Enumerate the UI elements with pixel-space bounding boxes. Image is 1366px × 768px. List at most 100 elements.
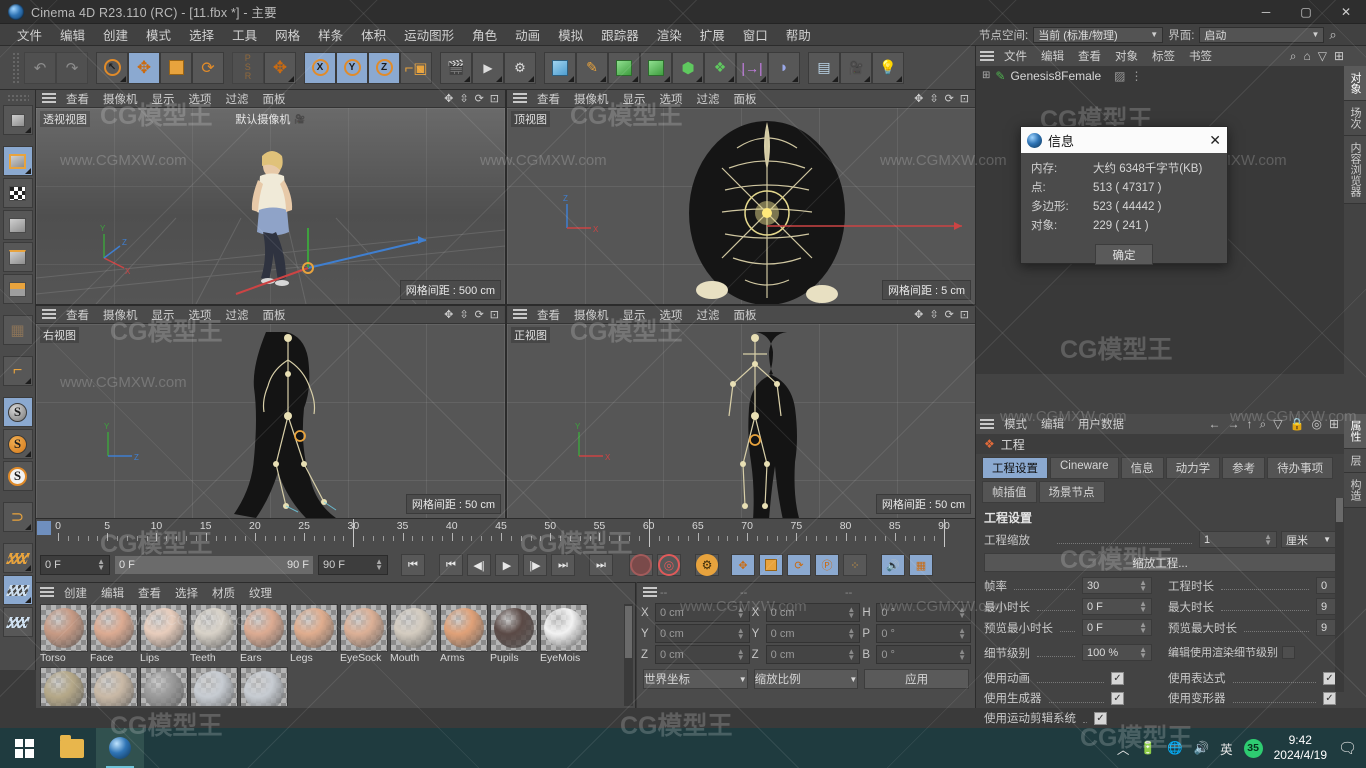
tab-project-settings[interactable]: 工程设置 [982,457,1048,479]
vp-menu-panel[interactable]: 面板 [727,91,764,107]
record-rotation-button[interactable]: ⟳ [787,554,811,576]
attr-menu-edit[interactable]: 编辑 [1034,416,1071,432]
obj-menu-bookmarks[interactable]: 书签 [1182,48,1219,64]
material-item[interactable]: EyeSock [340,604,388,665]
chevron-up-icon[interactable]: ︿ [1117,739,1130,758]
material-item[interactable]: Teeth [190,604,238,665]
vtab-content-browser[interactable]: 内容浏览器 [1344,136,1366,204]
coord-input-pos-z[interactable]: 0 cm ▲ ▼ [655,645,750,664]
start-button[interactable] [0,728,48,768]
object-tag-icon[interactable]: ▨ [1114,69,1125,83]
mat-menu-texture[interactable]: 纹理 [242,585,279,601]
scene-nodes-button[interactable]: ⬢ [672,51,704,84]
record-scale-button[interactable] [759,554,783,576]
vp-menu-filter[interactable]: 过滤 [219,91,256,107]
vp-menu-camera[interactable]: 摄像机 [567,91,616,107]
current-frame-input[interactable]: 0 F ▲ ▼ [40,555,110,575]
timeline-playhead[interactable] [353,519,355,547]
battery-icon[interactable]: 🔋 [1140,741,1156,756]
vp-menu-options[interactable]: 选项 [653,91,690,107]
notification-center-icon[interactable]: 🗨 [1338,739,1358,758]
undo-button[interactable]: ↶ [24,51,56,84]
coord-input-rot-p[interactable]: 0 ° ▲ ▼ [876,624,972,643]
close-button[interactable]: ✕ [1326,0,1366,24]
vtab-attributes[interactable]: 属性 [1344,414,1366,449]
maximize-viewport-icon[interactable]: ⊡ [960,308,969,321]
network-icon[interactable]: 🌐 [1167,741,1183,756]
vp-menu-filter[interactable]: 过滤 [219,307,256,323]
quantize-snap-button[interactable]: S [2,461,33,491]
workplane-rotate-button[interactable] [2,607,33,637]
taskbar-file-explorer[interactable] [48,728,96,768]
project-length-input[interactable]: 0 [1316,577,1336,594]
environment-button[interactable]: ▤ [808,51,840,84]
make-editable-button[interactable] [2,105,33,135]
axis-x-toggle[interactable]: X [304,51,336,84]
material-item[interactable]: Torso [40,604,88,665]
search-icon[interactable]: ⌕ [1329,27,1336,43]
menu-item-create[interactable]: 创建 [94,23,137,46]
vtab-structure[interactable]: 构造 [1344,473,1366,508]
menu-item-character[interactable]: 角色 [463,23,506,46]
vp-menu-panel[interactable]: 面板 [256,91,293,107]
vp-menu-options[interactable]: 选项 [653,307,690,323]
zoom-icon[interactable]: ⇳ [459,308,468,321]
axis-z-toggle[interactable]: Z [368,51,400,84]
point-mode-button[interactable] [2,210,33,240]
viewport-front[interactable]: 查看 摄像机 显示 选项 过滤 面板 ✥ ⇳ ⟳ ⊡ Y X 正视图 网格间距 … [507,306,975,518]
material-item[interactable]: Mouth [390,604,438,665]
menu-item-spline[interactable]: 样条 [309,23,352,46]
orbit-icon[interactable]: ⟳ [945,308,954,321]
menu-item-extensions[interactable]: 扩展 [691,23,734,46]
record-pla-button[interactable]: Ⓟ [815,554,839,576]
hamburger-icon[interactable] [513,93,527,104]
vtab-layers[interactable]: 层 [1344,449,1366,473]
lock-icon[interactable]: 🔒 [1290,417,1305,432]
scale-mode-select[interactable]: 缩放比例 ▼ [753,669,859,689]
minimize-button[interactable]: ─ [1246,0,1286,24]
apply-button[interactable]: 应用 [864,669,970,689]
vp-menu-display[interactable]: 显示 [145,307,182,323]
move-tool-button[interactable]: ✥ [128,51,160,84]
material-item[interactable] [240,667,288,706]
vtab-takes[interactable]: 场次 [1344,101,1366,136]
vp-menu-filter[interactable]: 过滤 [690,91,727,107]
render-view-button[interactable]: 🎬 [440,51,472,84]
record-position-button[interactable]: ✥ [731,554,755,576]
hamburger-icon[interactable] [980,50,994,62]
coord-input-size-x[interactable]: 0 cm ▲ ▼ [765,603,861,622]
menu-item-tracker[interactable]: 跟踪器 [592,23,648,46]
material-item[interactable]: Ears [240,604,288,665]
timeline-playhead[interactable] [944,519,945,547]
expand-icon[interactable]: ⊞ [982,70,990,81]
obj-menu-object[interactable]: 对象 [1108,48,1145,64]
taskbar-cinema4d[interactable] [96,728,144,768]
play-button[interactable]: ▶ [495,554,519,576]
hamburger-icon[interactable] [643,587,657,598]
use-motionclip-checkbox[interactable]: ✓ [1094,711,1107,725]
psr-button[interactable]: PSR [232,51,264,84]
go-to-next-keyframe-button[interactable]: ⏭ [551,554,575,576]
material-item[interactable] [140,667,188,706]
zoom-icon[interactable]: ⇳ [929,92,938,105]
obj-menu-edit[interactable]: 编辑 [1034,48,1071,64]
snap-mode-button[interactable]: S [2,429,33,459]
vp-menu-view[interactable]: 查看 [530,307,567,323]
material-item[interactable]: Face [90,604,138,665]
project-scale-input[interactable]: 1 ▲ ▼ [1199,531,1277,548]
coord-input-pos-x[interactable]: 0 cm ▲ ▼ [655,603,750,622]
viewport-front-body[interactable]: Y X 正视图 网格间距 : 50 cm [507,324,975,518]
vp-menu-view[interactable]: 查看 [59,91,96,107]
tab-info[interactable]: 信息 [1120,457,1164,479]
maximize-viewport-icon[interactable]: ⊡ [490,92,499,105]
vp-menu-display[interactable]: 显示 [616,91,653,107]
preview-max-input[interactable]: 9 [1316,619,1336,636]
obj-menu-file[interactable]: 文件 [997,48,1034,64]
timeline-current-marker[interactable] [37,521,51,535]
menu-item-tools[interactable]: 工具 [223,23,266,46]
mat-menu-select[interactable]: 选择 [168,585,205,601]
camera-button[interactable]: 🎥 [840,51,872,84]
search-icon[interactable]: ⌕ [1260,417,1267,432]
rotate-tool-button[interactable]: ⟳ [192,51,224,84]
menu-item-render[interactable]: 渲染 [648,23,691,46]
